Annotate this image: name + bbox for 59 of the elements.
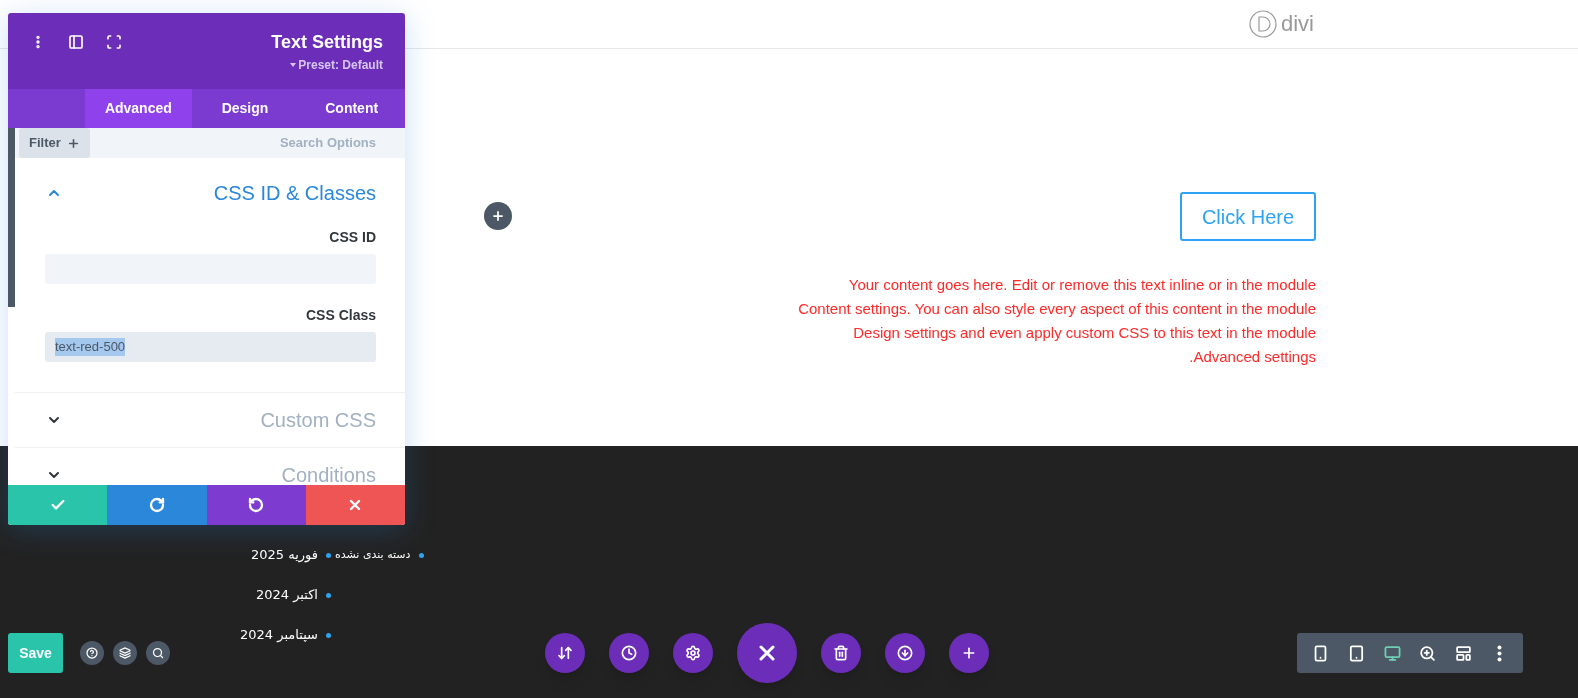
bullet-icon [326,552,331,558]
arrows-icon [557,645,573,661]
search-field[interactable]: Search Options [176,133,376,153]
layout-icon [1454,644,1472,662]
caret-icon [290,63,297,67]
layers-button[interactable] [113,641,137,665]
add-button[interactable] [484,202,512,230]
plus-icon [491,209,505,223]
undo-icon [248,497,265,513]
help-icon [86,647,98,659]
more-icon [1496,644,1502,662]
tablet-icon [1348,644,1365,662]
desktop-icon [1383,644,1401,662]
tab[interactable]: Content [298,89,405,128]
field-label: CSS Class [305,306,376,324]
bullet-icon [418,552,424,558]
search-bar[interactable]: Filter Search Options [15,128,405,158]
trash-button[interactable] [821,633,861,673]
archive-link[interactable]: اکتبر 2024 [255,586,318,604]
archive-link[interactable]: فوریه 2025 [250,546,318,564]
text-field[interactable]: text-red-500 [45,332,376,362]
bullet-icon [326,632,331,638]
search-button[interactable] [146,641,170,665]
logo-text: divi [1281,13,1314,35]
redo-button[interactable] [107,485,207,525]
plus-button[interactable] [949,633,989,673]
sidebar-icon[interactable] [68,34,84,50]
tab[interactable]: Design [191,89,299,128]
arrows-button[interactable] [545,633,585,673]
bullet-icon [326,592,331,598]
preset-selector[interactable]: Preset: Default [298,58,383,72]
undo-button[interactable] [206,485,306,525]
filter-button[interactable]: Filter [19,128,90,158]
logo-icon [1249,10,1277,38]
category-link[interactable]: دسته بندی نشده [335,546,411,564]
scrollbar[interactable] [8,128,15,307]
layers-icon [119,647,131,659]
trash-icon [833,645,849,661]
download-button[interactable] [885,633,925,673]
archive-link[interactable]: سپتامبر 2024 [240,626,318,644]
search-icon [152,647,164,659]
clock-button[interactable] [609,633,649,673]
panel-title: Text Settings [271,32,383,52]
settings-button[interactable] [673,633,713,673]
settings-icon [685,645,701,661]
section-title[interactable]: CSS ID & Classes [213,181,376,205]
expand-icon[interactable] [106,34,122,50]
plus-icon [66,136,80,150]
field-label: CSS ID [329,228,376,246]
download-icon [897,645,913,661]
plus-icon [961,645,977,661]
redo-icon [148,497,165,513]
click-here-button[interactable]: Click Here [1180,192,1316,241]
body-text: Your content goes here. Edit or remove this text inline or in the module Content settings. You can also style every aspect of this content in the module Design settings and even apply custom CSS to this text in the module Advanced settings. [797,275,1316,367]
close-button[interactable] [737,623,797,683]
help-button[interactable] [80,641,104,665]
zoom-icon [1419,644,1437,662]
clock-icon [621,645,637,661]
tab[interactable]: Advanced [85,89,192,128]
